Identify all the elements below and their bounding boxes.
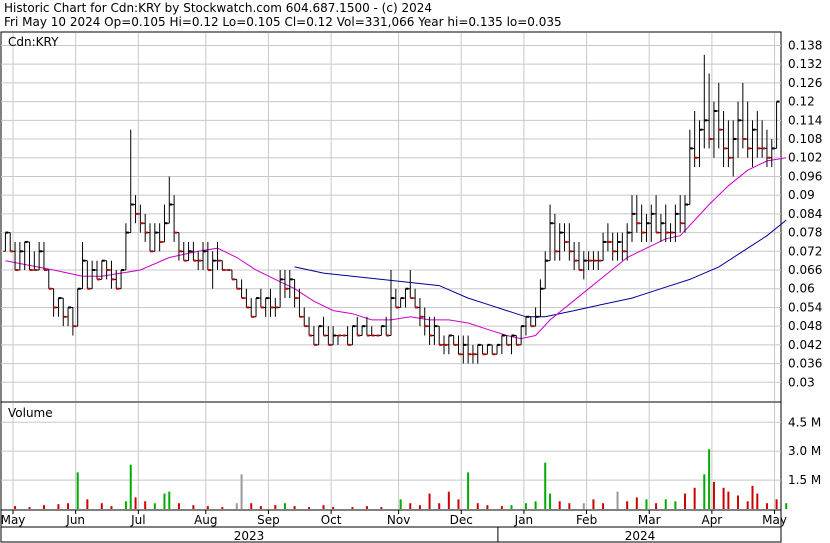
x-axis-month-label: Apr [701, 513, 722, 527]
price-tick-label: 0.054 [788, 300, 822, 314]
volume-panel-title: Volume [8, 406, 53, 420]
chart-canvas: 0.138 0.132 0.126 0.12 0.114 0.108 0.102 0.096 0… [0, 31, 822, 543]
price-tick-label: 0.036 [788, 357, 822, 371]
price-tick-label: 0.108 [788, 132, 822, 146]
price-tick-label: 0.078 [788, 226, 822, 240]
x-axis-month-label: May [1, 513, 26, 527]
x-axis-month-label: May [762, 513, 787, 527]
volume-tick-label: 1.5 M [788, 473, 821, 487]
price-tick-label: 0.06 [788, 282, 815, 296]
volume-tick-label: 4.5 M [788, 415, 821, 429]
x-axis-month-label: Sep [257, 513, 280, 527]
price-tick-label: 0.138 [788, 38, 822, 52]
price-tick-label: 0.072 [788, 244, 822, 258]
x-axis-year-label: 2023 [234, 529, 265, 543]
volume-panel-frame [0, 401, 782, 511]
x-axis-month-label: Aug [194, 513, 217, 527]
x-axis-month-label: Jan [514, 513, 534, 527]
x-axis-month-label: Nov [387, 513, 410, 527]
x-axis-month-label: Mar [638, 513, 661, 527]
x-axis-month-label: Jul [130, 513, 145, 527]
x-axis-month-label: Oct [321, 513, 342, 527]
x-axis-month-label: Dec [450, 513, 473, 527]
price-panel-title: Cdn:KRY [8, 35, 59, 49]
price-tick-label: 0.03 [788, 375, 815, 389]
price-tick-label: 0.066 [788, 263, 822, 277]
price-tick-label: 0.084 [788, 207, 822, 221]
price-tick-label: 0.102 [788, 151, 822, 165]
volume-y-axis: 4.5 M 3.0 M 1.5 M [788, 415, 821, 487]
price-tick-label: 0.114 [788, 113, 822, 127]
price-y-axis: 0.138 0.132 0.126 0.12 0.114 0.108 0.102 0.096 0… [788, 38, 822, 389]
price-tick-label: 0.042 [788, 338, 822, 352]
price-tick-label: 0.096 [788, 169, 822, 183]
x-axis-month-label: Jun [65, 513, 85, 527]
x-axis-month-label: Feb [576, 513, 597, 527]
price-tick-label: 0.09 [788, 188, 815, 202]
price-tick-label: 0.12 [788, 95, 815, 109]
x-axis-year-label: 2024 [625, 529, 656, 543]
price-tick-label: 0.132 [788, 57, 822, 71]
price-panel-frame [0, 31, 782, 403]
price-tick-label: 0.126 [788, 76, 822, 90]
price-tick-label: 0.048 [788, 319, 822, 333]
volume-tick-label: 3.0 M [788, 444, 821, 458]
